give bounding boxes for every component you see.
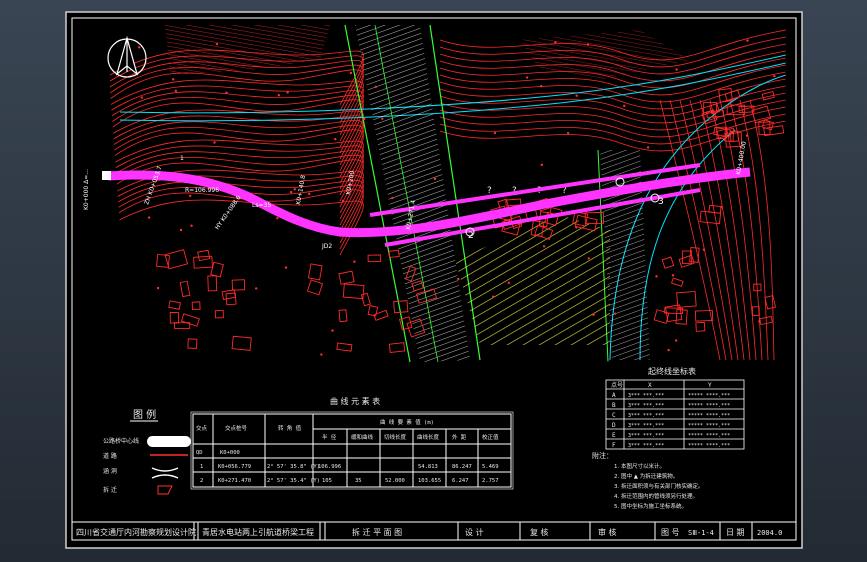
svg-text:校正值: 校正值	[482, 433, 499, 441]
svg-text:52.000: 52.000	[385, 478, 405, 484]
svg-text:涵 洞: 涵 洞	[103, 467, 117, 475]
svg-text:C: C	[612, 412, 616, 419]
svg-text:***** ****.***: ***** ****.***	[688, 423, 730, 429]
svg-text:点号: 点号	[611, 381, 623, 389]
svg-text:3. 拆迁面积须与有关部门核实确定。: 3. 拆迁面积须与有关部门核实确定。	[614, 482, 704, 490]
svg-text:2004.0: 2004.0	[757, 529, 782, 537]
svg-text:Y: Y	[708, 382, 712, 389]
svg-text:2: 2	[200, 478, 203, 484]
coord-table-title: 起终线坐标表	[648, 366, 696, 376]
svg-text:54.813: 54.813	[418, 464, 438, 470]
svg-text:***** ****.***: ***** ****.***	[688, 413, 730, 419]
svg-text:交点: 交点	[196, 424, 208, 432]
svg-text:拆 迁: 拆 迁	[103, 486, 117, 494]
drawing-canvas[interactable]: ? ? ? ? 2 3 1 JD2 K0+000 Δ=... ZH K0+053…	[0, 0, 867, 562]
svg-text:道 路: 道 路	[103, 452, 117, 460]
svg-text:转 角 值: 转 角 值	[278, 424, 302, 432]
svg-text:***** ****.***: ***** ****.***	[688, 443, 730, 449]
svg-text:K0+000: K0+000	[220, 450, 240, 456]
svg-text:E: E	[612, 432, 616, 439]
svg-text:3*** ***.***: 3*** ***.***	[628, 393, 664, 399]
svg-text:2: 2	[468, 231, 474, 241]
svg-text:106.996: 106.996	[318, 464, 341, 470]
svg-text:R=106.996: R=106.996	[185, 187, 219, 194]
institute-name: 四川省交通厅内河勘察规划设计院	[76, 527, 196, 537]
svg-text:3: 3	[658, 197, 664, 207]
svg-text:***** ****.***: ***** ****.***	[688, 403, 730, 409]
svg-text:1: 1	[180, 155, 184, 162]
project-name: 青居水电站两上引航道桥梁工程	[202, 527, 314, 537]
svg-text:2° 57' 35.8" (Y): 2° 57' 35.8" (Y)	[267, 464, 320, 470]
curve-table-title: 曲 线 元 素 表	[330, 396, 380, 406]
svg-text:2. 图中 ▲ 为拆迁建筑物。: 2. 图中 ▲ 为拆迁建筑物。	[614, 472, 678, 480]
svg-text:K0+000 Δ=...: K0+000 Δ=...	[83, 169, 90, 210]
svg-text:缓和曲线: 缓和曲线	[351, 433, 374, 441]
svg-text:K0+056.779: K0+056.779	[218, 464, 251, 470]
svg-text:3*** ***.***: 3*** ***.***	[628, 443, 664, 449]
svg-text:3*** ***.***: 3*** ***.***	[628, 403, 664, 409]
svg-text:***** ****.***: ***** ****.***	[688, 433, 730, 439]
legend-title: 图 例	[133, 408, 156, 421]
svg-text:6.247: 6.247	[452, 478, 469, 484]
svg-text:公路桥中心线: 公路桥中心线	[103, 437, 139, 445]
svg-text:交点桩号: 交点桩号	[225, 424, 248, 432]
svg-text:F: F	[612, 442, 616, 449]
svg-text:审 核: 审 核	[598, 527, 617, 537]
svg-text:曲 线 要 素 值 (m): 曲 线 要 素 值 (m)	[380, 418, 434, 426]
svg-text:3*** ***.***: 3*** ***.***	[628, 413, 664, 419]
svg-text:K0+271.470: K0+271.470	[218, 478, 251, 484]
svg-text:5. 图中坐标为施工坐标系统。: 5. 图中坐标为施工坐标系统。	[614, 502, 687, 510]
question-mark-label: ?	[487, 186, 492, 196]
svg-text:复 核: 复 核	[530, 527, 549, 537]
svg-text:SⅢ-1-4: SⅢ-1-4	[688, 529, 714, 537]
svg-text:外 距: 外 距	[452, 433, 467, 441]
svg-text:1. 本图尺寸以米计。: 1. 本图尺寸以米计。	[614, 462, 665, 470]
svg-text:QD: QD	[196, 450, 203, 456]
notes-title: 附注：	[592, 451, 613, 460]
svg-text:4. 拆迁范围内的管线须另行处理。: 4. 拆迁范围内的管线须另行处理。	[614, 492, 698, 500]
svg-text:Ls=35: Ls=35	[252, 202, 271, 209]
svg-text:B: B	[612, 402, 616, 409]
svg-text:切线长度: 切线长度	[384, 433, 407, 441]
drawing-name: 拆 迁 平 面 图	[352, 527, 402, 537]
svg-text:A: A	[612, 392, 616, 399]
svg-text:图 号: 图 号	[661, 528, 680, 537]
cad-viewport: ? ? ? ? 2 3 1 JD2 K0+000 Δ=... ZH K0+053…	[0, 0, 867, 562]
svg-text:X: X	[648, 382, 652, 389]
svg-text:2° 57' 35.4" (Y): 2° 57' 35.4" (Y)	[267, 478, 320, 484]
svg-text:3*** ***.***: 3*** ***.***	[628, 423, 664, 429]
svg-text:103.655: 103.655	[418, 478, 441, 484]
svg-text:35: 35	[355, 478, 362, 484]
svg-text:1: 1	[200, 464, 203, 470]
svg-text:105: 105	[322, 478, 332, 484]
svg-text:D: D	[612, 422, 616, 429]
svg-text:半 径: 半 径	[322, 433, 337, 441]
svg-text:3*** ***.***: 3*** ***.***	[628, 433, 664, 439]
svg-text:设 计: 设 计	[465, 527, 484, 537]
svg-text:2.757: 2.757	[482, 478, 499, 484]
svg-text:86.247: 86.247	[452, 464, 472, 470]
svg-text:5.469: 5.469	[482, 464, 499, 470]
jd-label: JD2	[321, 243, 332, 250]
svg-text:日 期: 日 期	[726, 528, 745, 537]
svg-text:***** ****.***: ***** ****.***	[688, 393, 730, 399]
svg-text:曲线长度: 曲线长度	[417, 433, 440, 441]
